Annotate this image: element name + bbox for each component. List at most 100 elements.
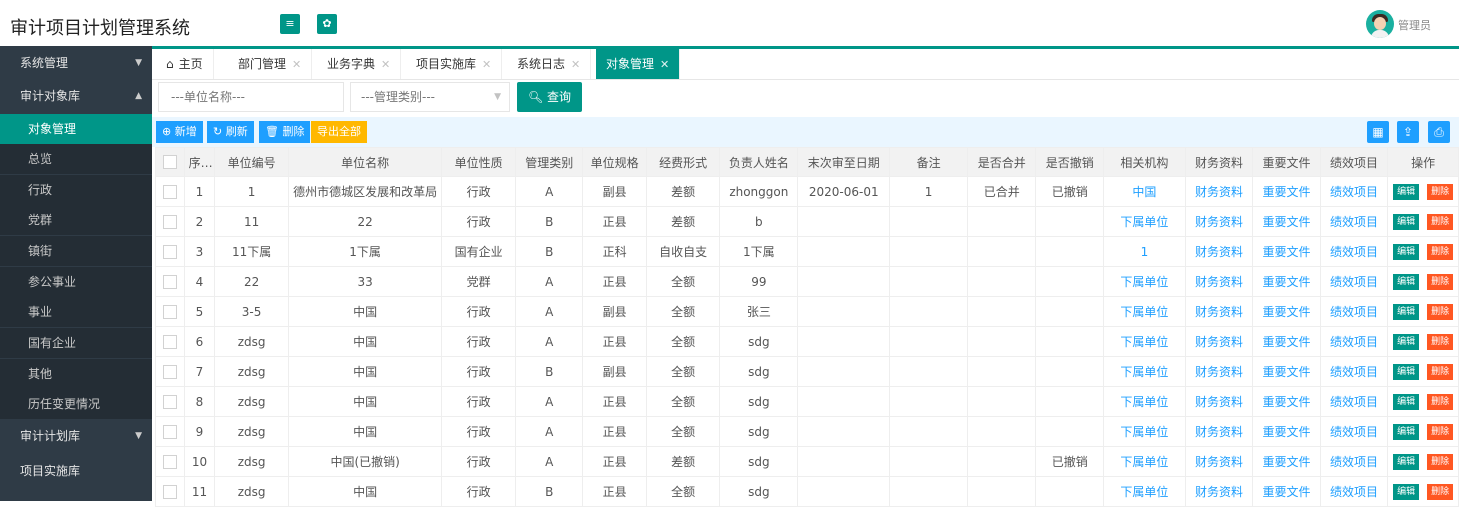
edit-button[interactable]: 编辑 xyxy=(1393,394,1420,410)
row-checkbox[interactable] xyxy=(155,266,185,297)
sidebar-item[interactable]: 审计对象库 ▲ xyxy=(0,81,152,111)
print-icon[interactable]: ⎙ xyxy=(1428,121,1450,143)
avatar[interactable] xyxy=(1366,10,1394,38)
close-icon[interactable]: ✕ xyxy=(660,58,669,71)
export-all-button[interactable]: 导出全部 xyxy=(311,121,367,143)
tab[interactable]: 部门管理 ✕ xyxy=(228,49,313,79)
sidebar-item[interactable]: 镇街 xyxy=(0,236,152,266)
table-row[interactable]: 5 3-5 中国 行政 A 副县 全额 张三 下属单位 财务资料 重要文件 绩效项目 编辑 删除 xyxy=(155,296,1459,327)
row-checkbox[interactable] xyxy=(155,296,185,327)
table-row[interactable]: 2 11 22 行政 B 正县 差额 b 下属单位 财务资料 重要文件 绩效项目 编辑 删除 xyxy=(155,206,1459,237)
table-link-cell[interactable]: 财务资料 xyxy=(1184,446,1254,477)
table-link-cell[interactable]: 重要文件 xyxy=(1252,236,1321,267)
menu-toggle-button[interactable]: ≡ xyxy=(280,14,300,34)
table-row[interactable]: 6 zdsg 中国 行政 A 正县 全额 sdg 下属单位 财务资料 重要文件 绩效项目 编辑 删除 xyxy=(155,326,1459,357)
delete-row-button[interactable]: 删除 xyxy=(1427,424,1454,440)
table-link-cell[interactable]: 财务资料 xyxy=(1184,236,1254,267)
column-header[interactable]: 是否撤销 xyxy=(1035,147,1104,177)
table-link-cell[interactable]: 财务资料 xyxy=(1184,386,1254,417)
sidebar-item[interactable]: 审计计划库 ▼ xyxy=(0,421,152,451)
table-link-cell[interactable]: 下属单位 xyxy=(1102,266,1186,297)
table-link-cell[interactable]: 下属单位 xyxy=(1102,386,1186,417)
refresh-button[interactable]: ↻ 刷新 xyxy=(207,121,254,143)
select-all-checkbox[interactable] xyxy=(155,147,185,177)
table-link-cell[interactable]: 财务资料 xyxy=(1184,356,1254,387)
table-row[interactable]: 4 22 33 党群 A 正县 全额 99 下属单位 财务资料 重要文件 绩效项目 编辑 删除 xyxy=(155,266,1459,297)
delete-row-button[interactable]: 删除 xyxy=(1427,484,1454,500)
table-link-cell[interactable]: 绩效项目 xyxy=(1319,326,1389,357)
column-header[interactable]: 序号 xyxy=(183,147,216,177)
row-checkbox[interactable] xyxy=(155,206,185,237)
delete-row-button[interactable]: 删除 xyxy=(1427,364,1454,380)
table-link-cell[interactable]: 绩效项目 xyxy=(1319,236,1389,267)
column-header[interactable]: 负责人姓名 xyxy=(719,147,799,177)
table-row[interactable]: 1 1 德州市德城区发展和改革局 行政 A 副县 差额 zhonggon 2020-06-01 1… xyxy=(155,176,1459,207)
close-icon[interactable]: ✕ xyxy=(292,58,301,71)
column-header[interactable]: 单位性质 xyxy=(441,147,516,177)
column-header[interactable]: 经费形式 xyxy=(645,147,721,177)
edit-button[interactable]: 编辑 xyxy=(1393,274,1420,290)
table-link-cell[interactable]: 重要文件 xyxy=(1252,356,1321,387)
table-link-cell[interactable]: 重要文件 xyxy=(1252,266,1321,297)
table-link-cell[interactable]: 绩效项目 xyxy=(1319,296,1389,327)
edit-button[interactable]: 编辑 xyxy=(1393,304,1420,320)
delete-row-button[interactable]: 删除 xyxy=(1427,214,1454,230)
row-checkbox[interactable] xyxy=(155,416,185,447)
columns-icon[interactable]: ▦ xyxy=(1367,121,1389,143)
table-link-cell[interactable]: 下属单位 xyxy=(1102,356,1186,387)
table-link-cell[interactable]: 财务资料 xyxy=(1184,326,1254,357)
edit-button[interactable]: 编辑 xyxy=(1393,454,1420,470)
row-checkbox[interactable] xyxy=(155,356,185,387)
column-header[interactable]: 单位编号 xyxy=(214,147,289,177)
table-link-cell[interactable]: 下属单位 xyxy=(1102,476,1186,507)
sidebar-item[interactable]: 历任变更情况 xyxy=(0,389,152,419)
table-row[interactable]: 8 zdsg 中国 行政 A 正县 全额 sdg 下属单位 财务资料 重要文件 绩效项目 编辑 删除 xyxy=(155,386,1459,417)
tab[interactable]: ⌂ 主页 xyxy=(156,49,214,79)
table-link-cell[interactable]: 1 xyxy=(1102,236,1186,267)
row-checkbox[interactable] xyxy=(155,446,185,477)
sidebar-item[interactable]: 其他 xyxy=(0,359,152,389)
unit-name-input[interactable]: ---单位名称--- xyxy=(158,82,344,112)
table-link-cell[interactable]: 绩效项目 xyxy=(1319,266,1389,297)
column-header[interactable]: 操作 xyxy=(1387,147,1459,177)
table-link-cell[interactable]: 重要文件 xyxy=(1252,476,1321,507)
table-link-cell[interactable]: 下属单位 xyxy=(1102,416,1186,447)
export-icon[interactable]: ⇪ xyxy=(1397,121,1419,143)
column-header[interactable]: 财务资料 xyxy=(1184,147,1254,177)
column-header[interactable]: 绩效项目 xyxy=(1319,147,1389,177)
table-link-cell[interactable]: 绩效项目 xyxy=(1319,206,1389,237)
column-header[interactable]: 管理类别 xyxy=(514,147,584,177)
sidebar-item[interactable]: 总览 xyxy=(0,144,152,174)
delete-row-button[interactable]: 删除 xyxy=(1427,244,1454,260)
sidebar-item[interactable]: 党群 xyxy=(0,205,152,235)
sidebar-item[interactable]: 国有企业 xyxy=(0,328,152,358)
table-link-cell[interactable]: 绩效项目 xyxy=(1319,176,1389,207)
delete-row-button[interactable]: 删除 xyxy=(1427,184,1454,200)
column-header[interactable]: 末次审至日期 xyxy=(797,147,891,177)
query-button[interactable]: 🔍︎ 查询 xyxy=(517,82,582,112)
table-link-cell[interactable]: 重要文件 xyxy=(1252,326,1321,357)
sidebar-item[interactable]: 对象管理 xyxy=(0,114,152,144)
table-link-cell[interactable]: 财务资料 xyxy=(1184,266,1254,297)
delete-row-button[interactable]: 删除 xyxy=(1427,394,1454,410)
column-header[interactable]: 相关机构 xyxy=(1102,147,1186,177)
row-checkbox[interactable] xyxy=(155,326,185,357)
row-checkbox[interactable] xyxy=(155,476,185,507)
delete-row-button[interactable]: 删除 xyxy=(1427,274,1454,290)
close-icon[interactable]: ✕ xyxy=(571,58,580,71)
table-link-cell[interactable]: 重要文件 xyxy=(1252,176,1321,207)
edit-button[interactable]: 编辑 xyxy=(1393,184,1420,200)
column-header[interactable]: 备注 xyxy=(889,147,968,177)
tab[interactable]: 对象管理 ✕ xyxy=(596,49,681,79)
table-row[interactable]: 3 11下属 1下属 国有企业 B 正科 自收自支 1下属 1 财务资料 重要文件 绩效项目 编辑 删除 xyxy=(155,236,1459,267)
table-link-cell[interactable]: 重要文件 xyxy=(1252,206,1321,237)
user-name[interactable]: 管理员 xyxy=(1398,17,1431,33)
category-select[interactable]: ---管理类别--- ▼ xyxy=(350,82,510,112)
delete-row-button[interactable]: 删除 xyxy=(1427,304,1454,320)
delete-row-button[interactable]: 删除 xyxy=(1427,334,1454,350)
delete-button[interactable]: 🗑︎ 删除 xyxy=(259,121,311,143)
edit-button[interactable]: 编辑 xyxy=(1393,244,1420,260)
add-button[interactable]: ⊕ 新增 xyxy=(156,121,203,143)
table-link-cell[interactable]: 绩效项目 xyxy=(1319,386,1389,417)
table-link-cell[interactable]: 重要文件 xyxy=(1252,446,1321,477)
